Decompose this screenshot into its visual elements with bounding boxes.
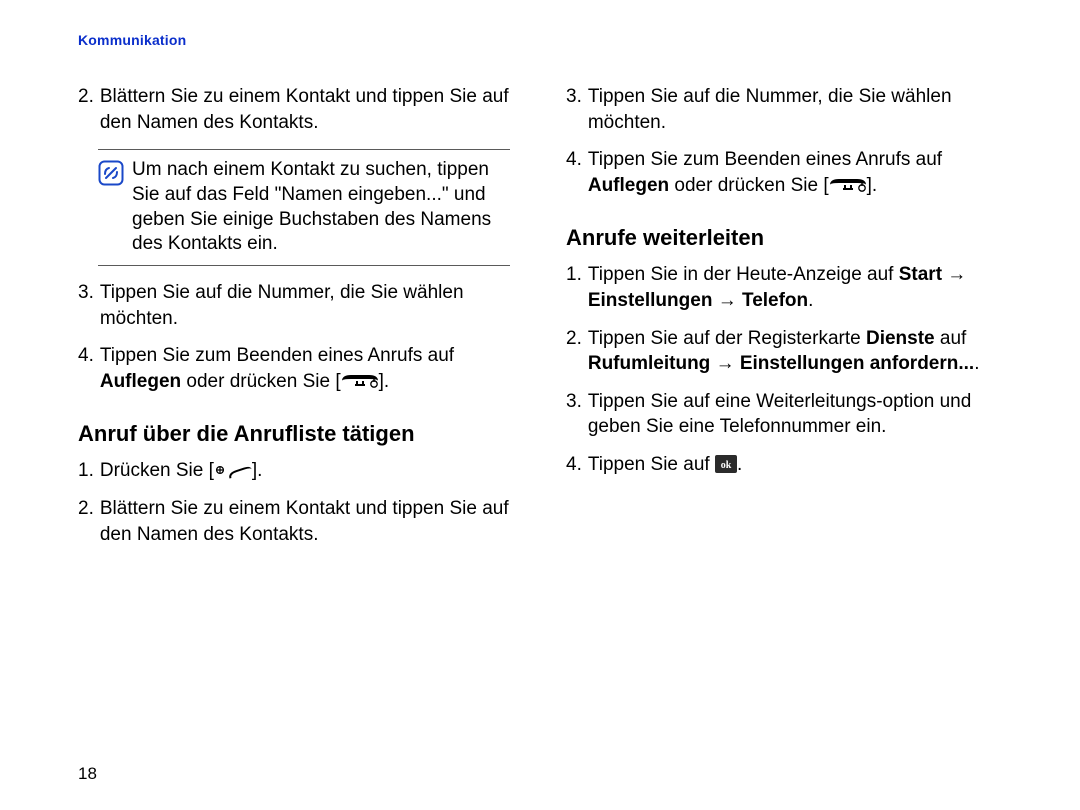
- ok-button-icon: ok: [715, 455, 737, 473]
- text-fragment: Tippen Sie auf der Registerkarte: [588, 328, 866, 349]
- list-text: Tippen Sie auf eine Weiterleitungs-optio…: [588, 389, 998, 440]
- list-item: 2. Blättern Sie zu einem Kontakt und tip…: [78, 84, 510, 135]
- bold-text: Auflegen: [100, 371, 181, 392]
- list-text: Tippen Sie auf ok.: [588, 452, 998, 478]
- text-fragment: oder drücken Sie [: [181, 371, 340, 392]
- text-fragment: Tippen Sie zum Beenden eines Anrufs auf: [100, 345, 454, 366]
- end-call-key-icon: [829, 176, 867, 194]
- text-fragment: auf: [935, 328, 967, 349]
- note-text: Um nach einem Kontakt zu suchen, tippen …: [132, 158, 510, 257]
- list-text: Blättern Sie zu einem Kontakt und tippen…: [100, 84, 510, 135]
- arrow-text: →: [710, 353, 740, 374]
- bold-text: Telefon: [742, 290, 808, 311]
- list-item: 2. Blättern Sie zu einem Kontakt und tip…: [78, 496, 510, 547]
- bold-text: Auflegen: [588, 175, 669, 196]
- list-item: 4. Tippen Sie zum Beenden eines Anrufs a…: [78, 343, 510, 394]
- heading-forward-calls: Anrufe weiterleiten: [566, 223, 998, 253]
- note-icon: [98, 158, 124, 257]
- arrow-text: →: [942, 264, 966, 285]
- page-number: 18: [78, 764, 97, 784]
- two-column-layout: 2. Blättern Sie zu einem Kontakt und tip…: [78, 74, 1002, 559]
- text-fragment: .: [808, 290, 813, 311]
- list-item: 4. Tippen Sie auf ok.: [566, 452, 998, 478]
- note-box: Um nach einem Kontakt zu suchen, tippen …: [98, 149, 510, 266]
- end-call-key-icon: [341, 372, 379, 390]
- list-number: 1.: [78, 458, 100, 484]
- list-scroll-contact: 2. Blättern Sie zu einem Kontakt und tip…: [78, 84, 510, 395]
- bold-text: Einstellungen: [588, 290, 713, 311]
- list-text: Blättern Sie zu einem Kontakt und tippen…: [100, 496, 510, 547]
- text-fragment: Tippen Sie zum Beenden eines Anrufs auf: [588, 149, 942, 170]
- text-fragment: Tippen Sie auf: [588, 454, 715, 475]
- list-text: Tippen Sie zum Beenden eines Anrufs auf …: [588, 147, 998, 198]
- bold-text: Rufumleitung: [588, 353, 710, 374]
- list-forward-calls: 1. Tippen Sie in der Heute-Anzeige auf S…: [566, 262, 998, 477]
- svg-text:ok: ok: [721, 460, 732, 471]
- text-fragment: Drücken Sie [: [100, 460, 214, 481]
- text-fragment: Tippen Sie in der Heute-Anzeige auf: [588, 264, 899, 285]
- text-fragment: oder drücken Sie [: [669, 175, 828, 196]
- text-fragment: .: [737, 454, 742, 475]
- list-number: 3.: [566, 389, 588, 440]
- list-text: Tippen Sie in der Heute-Anzeige auf Star…: [588, 262, 998, 313]
- bold-text: Start: [899, 264, 942, 285]
- list-text: Tippen Sie auf die Nummer, die Sie wähle…: [588, 84, 998, 135]
- list-number: 2.: [78, 496, 100, 547]
- list-item: 3. Tippen Sie auf eine Weiterleitungs-op…: [566, 389, 998, 440]
- list-text: Drücken Sie [].: [100, 458, 510, 484]
- list-text: Tippen Sie auf der Registerkarte Dienste…: [588, 326, 998, 377]
- list-number: 4.: [78, 343, 100, 394]
- list-text: Tippen Sie auf die Nummer, die Sie wähle…: [100, 280, 510, 331]
- bold-text: Einstellungen anfordern...: [740, 353, 974, 374]
- list-number: 2.: [78, 84, 100, 135]
- running-head: Kommunikation: [78, 32, 1002, 48]
- list-number: 4.: [566, 147, 588, 198]
- right-column: 3. Tippen Sie auf die Nummer, die Sie wä…: [566, 74, 998, 559]
- left-column: 2. Blättern Sie zu einem Kontakt und tip…: [78, 74, 510, 559]
- list-item: 3. Tippen Sie auf die Nummer, die Sie wä…: [566, 84, 998, 135]
- list-number: 3.: [566, 84, 588, 135]
- text-fragment: ].: [867, 175, 878, 196]
- arrow-text: →: [712, 290, 742, 311]
- list-item: 3. Tippen Sie auf die Nummer, die Sie wä…: [78, 280, 510, 331]
- bold-text: Dienste: [866, 328, 935, 349]
- page: Kommunikation 2. Blättern Sie zu einem K…: [0, 0, 1080, 810]
- list-number: 4.: [566, 452, 588, 478]
- list-item: 2. Tippen Sie auf der Registerkarte Dien…: [566, 326, 998, 377]
- text-fragment: ].: [379, 371, 390, 392]
- text-fragment: ].: [252, 460, 263, 481]
- heading-call-log: Anruf über die Anrufliste tätigen: [78, 419, 510, 449]
- list-text: Tippen Sie zum Beenden eines Anrufs auf …: [100, 343, 510, 394]
- list-number: 3.: [78, 280, 100, 331]
- list-continued: 3. Tippen Sie auf die Nummer, die Sie wä…: [566, 84, 998, 199]
- list-item: 1. Drücken Sie [].: [78, 458, 510, 484]
- list-number: 1.: [566, 262, 588, 313]
- list-item: 4. Tippen Sie zum Beenden eines Anrufs a…: [566, 147, 998, 198]
- list-number: 2.: [566, 326, 588, 377]
- text-fragment: .: [974, 353, 979, 374]
- list-item: 1. Tippen Sie in der Heute-Anzeige auf S…: [566, 262, 998, 313]
- call-key-icon: [214, 461, 252, 479]
- list-call-log: 1. Drücken Sie []. 2. Blättern Sie zu ei…: [78, 458, 510, 547]
